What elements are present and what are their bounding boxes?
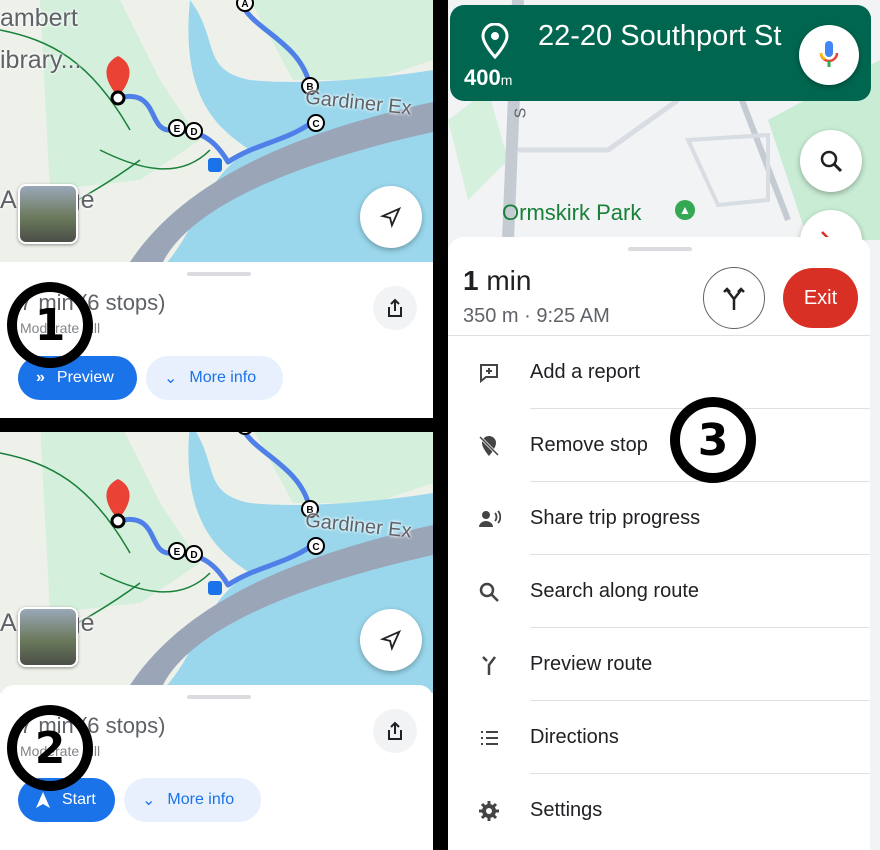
share-button[interactable] [373, 709, 417, 753]
route-title: 7 min (6 stops) [20, 713, 166, 738]
menu-item-label: Share trip progress [530, 507, 701, 529]
stop-marker[interactable]: A [236, 0, 254, 12]
menu-item-remove-stop[interactable]: Remove stop [448, 409, 870, 482]
location-pin-icon [481, 23, 509, 59]
svg-text:D: D [190, 127, 197, 138]
stop-marker[interactable]: D [185, 122, 203, 140]
menu-item-label: Settings [530, 799, 603, 821]
share-button[interactable] [373, 286, 417, 330]
svg-text:A: A [241, 432, 248, 433]
share-icon [388, 721, 402, 740]
share-trip-icon [448, 507, 530, 531]
street-view-thumbnail[interactable] [18, 184, 78, 244]
route-options-button[interactable] [703, 267, 765, 329]
menu-item-settings[interactable]: Settings [448, 774, 870, 847]
eta-details: 350 m · 9:25 AM [463, 305, 610, 327]
preview-route-icon [448, 653, 530, 677]
route-overview-screen-1: ABCDE ambert ibrary... Gardiner Ex A Bri… [0, 0, 433, 418]
stop-marker[interactable]: D [185, 545, 203, 563]
search-icon [820, 150, 843, 173]
navigation-arrow-icon [36, 792, 50, 808]
menu-item-label: Remove stop [530, 434, 648, 456]
more-info-label: More info [167, 791, 235, 808]
menu-item-directions[interactable]: Directions [448, 701, 870, 774]
map-label: S [512, 107, 530, 119]
menu-item-preview-route[interactable]: Preview route [448, 628, 870, 701]
svg-text:A: A [241, 0, 248, 10]
recenter-button[interactable] [360, 609, 422, 671]
microphone-icon [819, 41, 839, 67]
more-info-label: More info [189, 369, 257, 386]
menu-item-label: Search along route [530, 580, 700, 602]
menu-item-search-along-route[interactable]: Search along route [448, 555, 870, 628]
preview-label: Preview [56, 369, 114, 386]
stop-marker[interactable]: C [307, 114, 325, 132]
park-icon: ▲ [675, 200, 695, 220]
map-view[interactable]: ABCDE Gardiner Ex A Bridge [0, 432, 433, 693]
voice-search-button[interactable] [799, 25, 859, 85]
street-name: 22-20 Southport St [538, 20, 782, 52]
directions-list-icon [448, 726, 530, 750]
park-label: Ormskirk Park [502, 200, 642, 225]
menu-item-label: Preview route [530, 653, 653, 675]
gear-icon [448, 799, 530, 823]
start-button[interactable]: Start [18, 778, 115, 822]
drag-handle[interactable] [187, 272, 251, 276]
navigation-screen: S Ormskirk Park ▲ 400m 22-20 Southport S… [448, 0, 880, 850]
add-report-icon [448, 361, 530, 385]
svg-text:C: C [312, 542, 319, 553]
menu-item-label: Add a report [530, 361, 641, 383]
stop-marker[interactable]: C [307, 537, 325, 555]
navigation-arrow-icon [380, 629, 402, 651]
nav-header: 400m 22-20 Southport St [450, 5, 871, 101]
map-label: ibrary... [0, 46, 82, 74]
search-button[interactable] [800, 130, 862, 192]
distance-value: 400m [464, 65, 513, 90]
route-subtitle: Moderate hill [20, 320, 101, 336]
svg-text:C: C [312, 119, 319, 130]
more-info-button[interactable]: ⌄ More info [124, 778, 261, 822]
stop-marker[interactable]: E [168, 119, 186, 137]
stop-marker[interactable]: E [168, 542, 186, 560]
remove-stop-icon [448, 434, 530, 458]
drag-handle[interactable] [187, 695, 251, 699]
svg-text:E: E [174, 547, 181, 558]
route-sheet: 7 min (6 stops) Moderate hill Start ⌄ Mor… [0, 685, 433, 850]
exit-button[interactable]: Exit [783, 268, 858, 328]
route-subtitle: Moderate hill [20, 743, 101, 759]
route-title: 7 min (6 stops) [20, 290, 166, 315]
svg-text:D: D [190, 550, 197, 561]
map-view[interactable]: ABCDE ambert ibrary... Gardiner Ex A Bri… [0, 0, 433, 270]
chevron-down-icon: ⌄ [164, 370, 178, 387]
eta-duration: 1 min [463, 265, 532, 296]
double-chevron-right-icon: » [36, 369, 45, 386]
fork-arrows-icon [723, 287, 745, 310]
svg-text:E: E [174, 124, 181, 135]
start-label: Start [62, 791, 96, 808]
street-view-thumbnail[interactable] [18, 607, 78, 667]
menu-item-add-a-report[interactable]: Add a report [448, 336, 870, 409]
recenter-button[interactable] [360, 186, 422, 248]
route-sheet: 7 min (6 stops) Moderate hill » Preview ⌄… [0, 262, 433, 418]
menu-item-share-trip-progress[interactable]: Share trip progress [448, 482, 870, 555]
menu-item-label: Directions [530, 726, 619, 748]
map-label: ambert [0, 4, 78, 32]
navigation-arrow-icon [380, 206, 402, 228]
more-info-button[interactable]: ⌄ More info [146, 356, 283, 400]
share-icon [388, 298, 402, 317]
navigation-sheet: 1 min 350 m · 9:25 AM Exit Add a report R… [448, 237, 870, 850]
drag-handle[interactable] [628, 247, 692, 251]
chevron-down-icon: ⌄ [142, 792, 156, 809]
preview-button[interactable]: » Preview [18, 356, 137, 400]
search-icon [448, 580, 530, 604]
route-overview-screen-2: ABCDE Gardiner Ex A Bridge 7 min (6 stop… [0, 432, 433, 850]
